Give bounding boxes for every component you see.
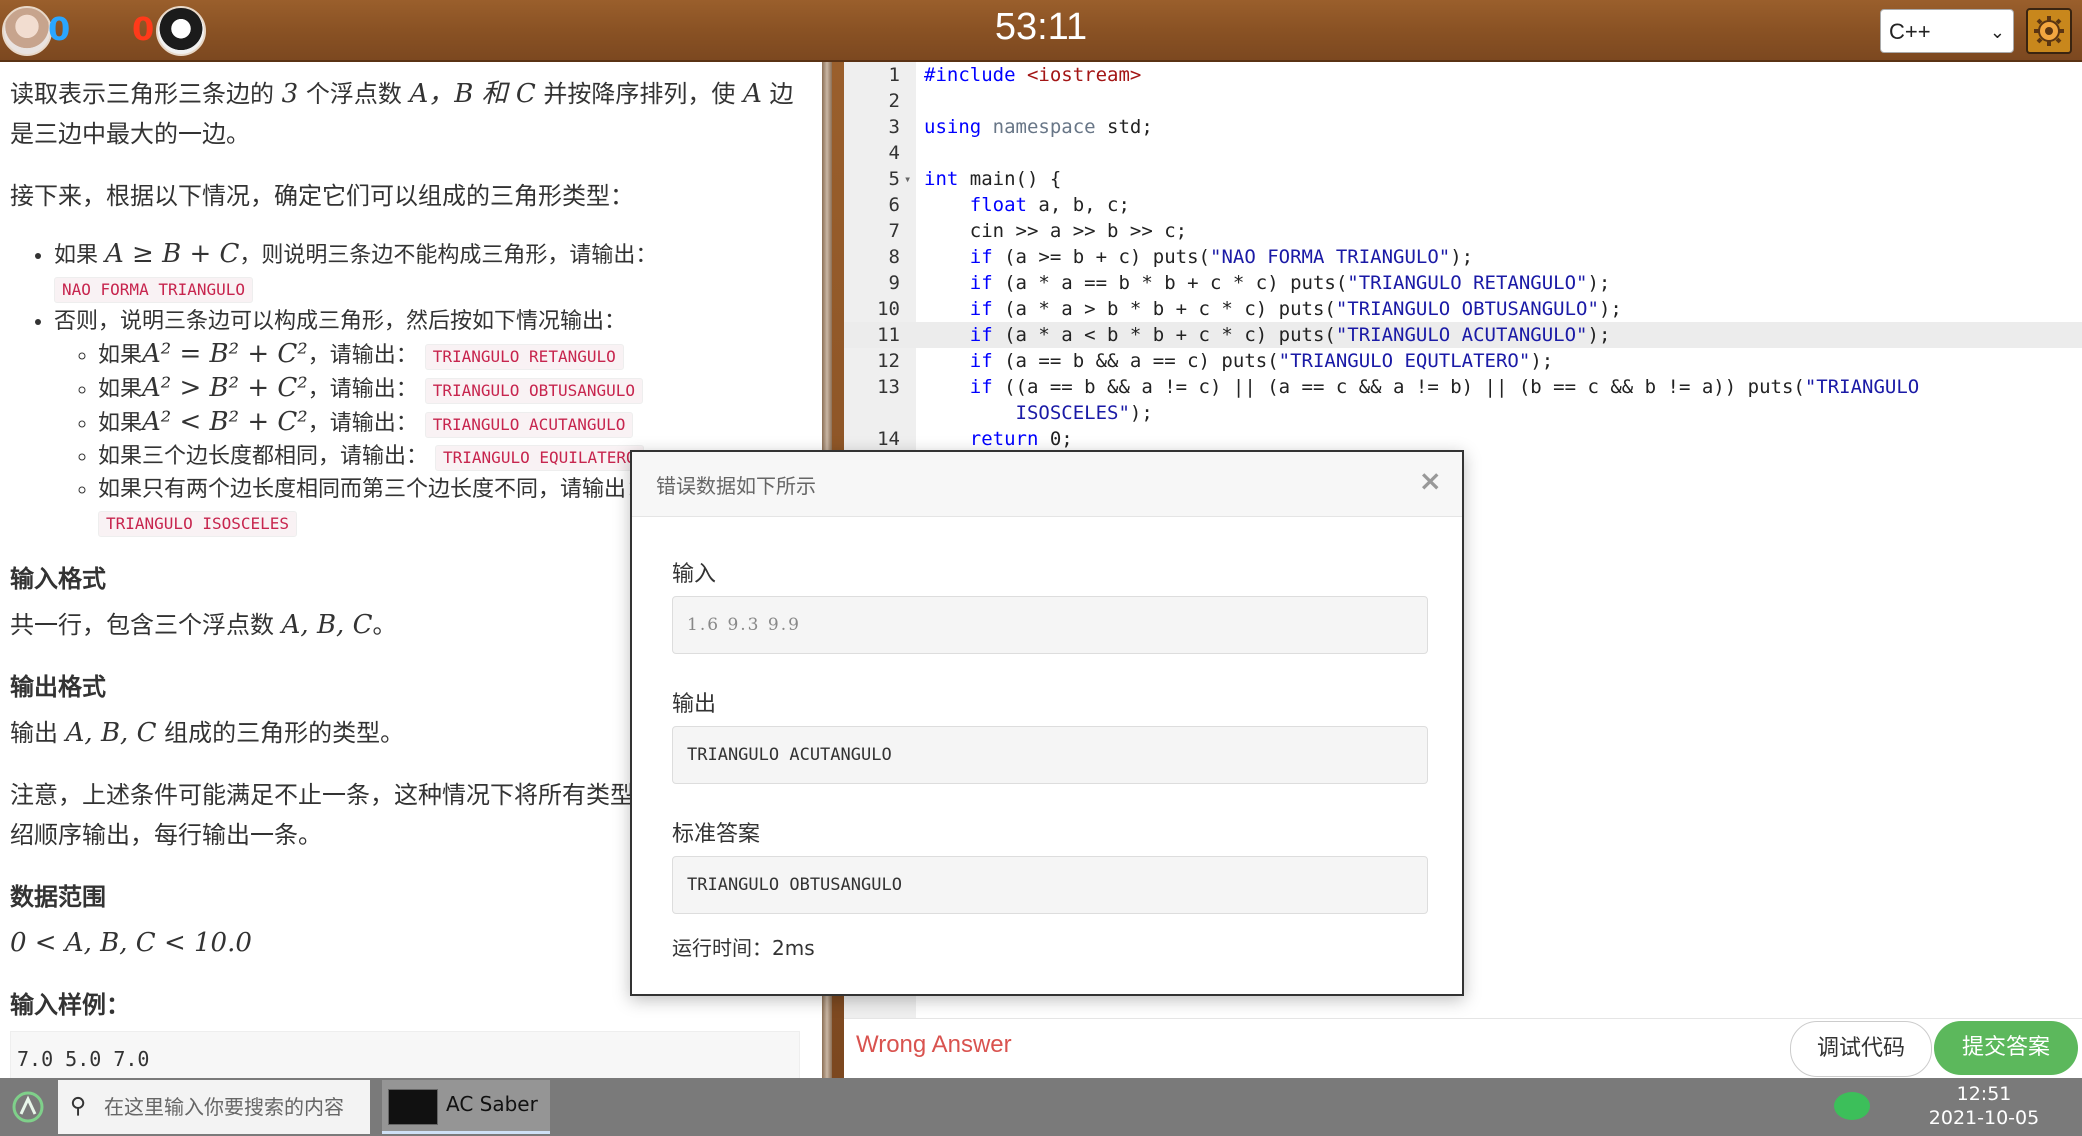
runtime-text: 运行时间：2ms (672, 936, 815, 960)
condition-item: 如果 A ≥ B + C，则说明三条边不能构成三角形，请输出： NAO FORM… (54, 238, 810, 305)
player2-score: 0 (132, 10, 155, 48)
code-line-wrap: ISOSCELES"); (1015, 402, 1153, 424)
app-logo-icon (12, 1091, 44, 1123)
player2-avatar (156, 6, 206, 56)
start-button[interactable] (0, 1078, 56, 1136)
editor-status-bar: Wrong Answer 调试代码 提交答案 (844, 1018, 2082, 1079)
code-line: 9 if (a * a == b * b + c * c) puts("TRIA… (888, 272, 1611, 294)
app-thumbnail (388, 1089, 438, 1125)
code-line: 6 float a, b, c; (888, 194, 1130, 216)
top-bar: 0 0 53:11 C++ ⌄ (0, 0, 2082, 62)
output-label: 输出 (672, 692, 717, 717)
code-line: 2 (888, 90, 900, 112)
wrong-data-dialog: 错误数据如下所示 × 输入 1.6 9.3 9.9 输出 TRIANGULO A… (630, 450, 1464, 996)
code-line: 12 if (a == b && a == c) puts("TRIANGULO… (877, 350, 1554, 372)
code-line: 14 return 0; (877, 428, 1073, 450)
language-select-value: C++ (1889, 19, 1931, 44)
debug-code-button[interactable]: 调试代码 (1790, 1021, 1932, 1077)
output-value-box[interactable]: TRIANGULO ACUTANGULO (672, 726, 1428, 784)
gear-icon (2034, 16, 2064, 46)
sub-condition-item: 如果A² > B² + C²，请输出： TRIANGULO OBTUSANGUL… (98, 372, 810, 406)
code-line: 8 if (a >= b + c) puts("NAO FORMA TRIANG… (888, 246, 1474, 268)
player1-avatar (2, 6, 52, 56)
taskbar: ⚲ 在这里输入你要搜索的内容 AC Saber 12:51 2021-10-05 (0, 1078, 2082, 1136)
taskbar-app-label: AC Saber (446, 1092, 538, 1116)
close-icon[interactable]: × (1419, 464, 1442, 497)
countdown-timer: 53:11 (994, 6, 1088, 48)
dialog-title: 错误数据如下所示 (656, 474, 816, 498)
player1-score: 0 (48, 10, 71, 48)
problem-next-line: 接下来，根据以下情况，确定它们可以组成的三角形类型： (10, 182, 634, 210)
code-line: 3 using namespace std; (888, 116, 1153, 138)
code-line: 13 if ((a == b && a != c) || (a == c && … (877, 376, 1920, 398)
dialog-header: 错误数据如下所示 × (632, 452, 1462, 517)
system-clock[interactable]: 12:51 2021-10-05 (1924, 1082, 2044, 1130)
search-icon: ⚲ (70, 1094, 87, 1119)
language-select[interactable]: C++ ⌄ (1880, 9, 2014, 53)
code-line-active: 11 if (a * a < b * b + c * c) puts("TRIA… (844, 322, 2082, 348)
input-label: 输入 (672, 562, 717, 587)
input-value-box[interactable]: 1.6 9.3 9.9 (672, 596, 1428, 654)
submit-answer-button[interactable]: 提交答案 (1934, 1021, 2078, 1075)
sub-condition-item: 如果A² < B² + C²，请输出： TRIANGULO ACUTANGULO (98, 406, 810, 440)
code-line: 1 #include <iostream> (888, 64, 1142, 86)
chevron-down-icon: ⌄ (1989, 22, 2005, 42)
settings-button[interactable] (2026, 8, 2072, 54)
taskbar-search-input[interactable]: ⚲ 在这里输入你要搜索的内容 (58, 1080, 370, 1134)
taskbar-app-ac-saber[interactable]: AC Saber (382, 1080, 550, 1134)
output-code: NAO FORMA TRIANGULO (54, 277, 254, 303)
expected-label: 标准答案 (672, 822, 761, 847)
verdict-text: Wrong Answer (856, 1031, 1012, 1058)
sub-condition-item: 如果A² = B² + C²，请输出： TRIANGULO RETANGULO (98, 338, 810, 372)
code-line: 4 (888, 142, 900, 164)
sample-input-box: 7.0 5.0 7.0 (10, 1031, 800, 1078)
code-line: 5 ▾ int main() { (888, 166, 1062, 192)
code-line: 7 cin >> a >> b >> c; (888, 220, 1188, 242)
chat-icon[interactable] (1834, 1092, 1870, 1120)
problem-intro: 读取表示三角形三条边的 3 个浮点数 A，B 和 C 并按降序排列，使 A 边是… (10, 79, 794, 148)
fold-arrow-icon[interactable]: ▾ (904, 166, 911, 192)
expected-value-box[interactable]: TRIANGULO OBTUSANGULO (672, 856, 1428, 914)
code-line: 10 if (a * a > b * b + c * c) puts("TRIA… (877, 298, 1622, 320)
